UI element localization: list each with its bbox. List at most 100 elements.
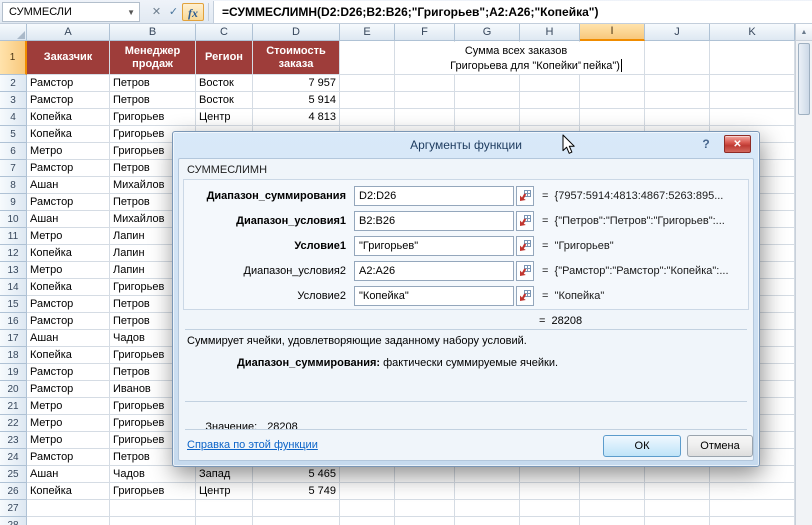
row-header-18[interactable]: 18 xyxy=(0,347,27,364)
range-picker-icon[interactable] xyxy=(516,186,534,206)
close-icon[interactable]: ✕ xyxy=(724,135,751,153)
help-link[interactable]: Справка по этой функции xyxy=(187,439,318,451)
row-header-13[interactable]: 13 xyxy=(0,262,27,279)
cell-i4[interactable] xyxy=(580,109,645,126)
cell-a10[interactable]: Ашан xyxy=(27,211,110,228)
vertical-scrollbar[interactable]: ▲ xyxy=(795,24,812,525)
cell-b27[interactable] xyxy=(110,500,196,517)
cell-g2[interactable] xyxy=(455,75,520,92)
row-header-7[interactable]: 7 xyxy=(0,160,27,177)
cell-d1[interactable]: Стоимость заказа xyxy=(253,41,340,75)
row-header-4[interactable]: 4 xyxy=(0,109,27,126)
cell-a1[interactable]: Заказчик xyxy=(27,41,110,75)
cell-i2[interactable] xyxy=(580,75,645,92)
row-header-1[interactable]: 1 xyxy=(0,41,27,75)
cell-c1[interactable]: Регион xyxy=(196,41,253,75)
cell-a16[interactable]: Рамстор xyxy=(27,313,110,330)
enter-entry-icon[interactable]: ✓ xyxy=(165,3,182,21)
range-picker-icon[interactable] xyxy=(516,286,534,306)
row-header-8[interactable]: 8 xyxy=(0,177,27,194)
cell-a19[interactable]: Рамстор xyxy=(27,364,110,381)
cell-h27[interactable] xyxy=(520,500,580,517)
cell-e3[interactable] xyxy=(340,92,395,109)
scroll-up-icon[interactable]: ▲ xyxy=(796,24,812,41)
cell-f4[interactable] xyxy=(395,109,455,126)
argument-input[interactable]: "Григорьев" xyxy=(354,236,514,256)
cell-k28[interactable] xyxy=(710,517,795,525)
cell-h28[interactable] xyxy=(520,517,580,525)
scrollbar-thumb[interactable] xyxy=(798,43,810,115)
cell-f27[interactable] xyxy=(395,500,455,517)
cell-f26[interactable] xyxy=(395,483,455,500)
cell-a26[interactable]: Копейка xyxy=(27,483,110,500)
cell-j25[interactable] xyxy=(645,466,710,483)
cell-i28[interactable] xyxy=(580,517,645,525)
cell-h4[interactable] xyxy=(520,109,580,126)
row-header-25[interactable]: 25 xyxy=(0,466,27,483)
cell-b2[interactable]: Петров xyxy=(110,75,196,92)
cell-b26[interactable]: Григорьев xyxy=(110,483,196,500)
cell-h25[interactable] xyxy=(520,466,580,483)
column-header-j[interactable]: J xyxy=(645,24,710,41)
cell-a2[interactable]: Рамстор xyxy=(27,75,110,92)
cell-a13[interactable]: Метро xyxy=(27,262,110,279)
cell-a27[interactable] xyxy=(27,500,110,517)
cell-b1[interactable]: Менеджер продаж xyxy=(110,41,196,75)
cell-d28[interactable] xyxy=(253,517,340,525)
cell-h26[interactable] xyxy=(520,483,580,500)
cell-d25[interactable]: 5 465 xyxy=(253,466,340,483)
cell-i25[interactable] xyxy=(580,466,645,483)
row-header-23[interactable]: 23 xyxy=(0,432,27,449)
row-header-14[interactable]: 14 xyxy=(0,279,27,296)
cell-h3[interactable] xyxy=(520,92,580,109)
cell-c4[interactable]: Центр xyxy=(196,109,253,126)
range-picker-icon[interactable] xyxy=(516,211,534,231)
cell-j27[interactable] xyxy=(645,500,710,517)
column-header-b[interactable]: B xyxy=(110,24,196,41)
cell-d2[interactable]: 7 957 xyxy=(253,75,340,92)
column-header-c[interactable]: C xyxy=(196,24,253,41)
column-header-k[interactable]: K xyxy=(710,24,795,41)
range-picker-icon[interactable] xyxy=(516,261,534,281)
name-box[interactable]: СУММЕСЛИ ▼ xyxy=(2,2,140,22)
cell-k2[interactable] xyxy=(710,75,795,92)
cell-k4[interactable] xyxy=(710,109,795,126)
cell-a17[interactable]: Ашан xyxy=(27,330,110,347)
cell-c2[interactable]: Восток xyxy=(196,75,253,92)
column-header-f[interactable]: F xyxy=(395,24,455,41)
cell-j4[interactable] xyxy=(645,109,710,126)
cell-c28[interactable] xyxy=(196,517,253,525)
cell-b4[interactable]: Григорьев xyxy=(110,109,196,126)
cell-a21[interactable]: Метро xyxy=(27,398,110,415)
row-header-20[interactable]: 20 xyxy=(0,381,27,398)
cell-e28[interactable] xyxy=(340,517,395,525)
cell-k25[interactable] xyxy=(710,466,795,483)
cell-h2[interactable] xyxy=(520,75,580,92)
cell-k27[interactable] xyxy=(710,500,795,517)
cell-d3[interactable]: 5 914 xyxy=(253,92,340,109)
cell-a11[interactable]: Метро xyxy=(27,228,110,245)
cell-a28[interactable] xyxy=(27,517,110,525)
cell-a3[interactable]: Рамстор xyxy=(27,92,110,109)
cell-d26[interactable]: 5 749 xyxy=(253,483,340,500)
cell-k3[interactable] xyxy=(710,92,795,109)
formula-input[interactable]: =СУММЕСЛИМН(D2:D26;B2:B26;"Григорьев";A2… xyxy=(213,1,812,23)
argument-input[interactable]: "Копейка" xyxy=(354,286,514,306)
cell-j26[interactable] xyxy=(645,483,710,500)
cell-g3[interactable] xyxy=(455,92,520,109)
cell-f3[interactable] xyxy=(395,92,455,109)
help-icon[interactable]: ? xyxy=(699,137,713,151)
ok-button[interactable]: ОК xyxy=(603,435,681,457)
cell-k1[interactable] xyxy=(710,41,795,75)
select-all-corner[interactable] xyxy=(0,24,27,41)
cell-b25[interactable]: Чадов xyxy=(110,466,196,483)
row-header-2[interactable]: 2 xyxy=(0,75,27,92)
argument-input[interactable]: A2:A26 xyxy=(354,261,514,281)
column-header-i[interactable]: I xyxy=(580,24,645,41)
row-header-5[interactable]: 5 xyxy=(0,126,27,143)
dialog-title[interactable]: Аргументы функции xyxy=(173,132,759,158)
cell-a22[interactable]: Метро xyxy=(27,415,110,432)
row-header-24[interactable]: 24 xyxy=(0,449,27,466)
argument-input[interactable]: D2:D26 xyxy=(354,186,514,206)
cell-f28[interactable] xyxy=(395,517,455,525)
